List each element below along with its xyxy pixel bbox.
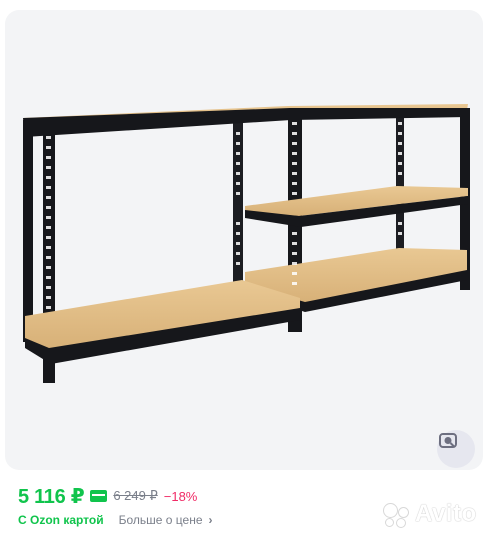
ozon-card-icon [90,490,108,502]
product-image-card[interactable] [5,10,483,470]
image-search-icon [439,433,457,448]
price-subtitle-row: С Ozon картой Больше о цене › [18,513,213,527]
old-price: 6 249 ₽ [113,488,158,503]
ozon-card-label: С Ozon картой [18,513,104,527]
more-about-price-link[interactable]: Больше о цене [119,513,203,527]
discount-badge: −18% [163,488,198,504]
avito-logo-icon [382,501,412,528]
shelving-unit-image [23,104,470,383]
image-search-button[interactable] [437,430,475,468]
current-price: 5 116 ₽ [18,485,85,508]
price-row: 5 116 ₽ 6 249 ₽ −18% [18,484,197,508]
avito-watermark-text: Avito [415,500,477,527]
avito-watermark: Avito [382,500,477,528]
chevron-right-icon[interactable]: › [209,513,213,527]
